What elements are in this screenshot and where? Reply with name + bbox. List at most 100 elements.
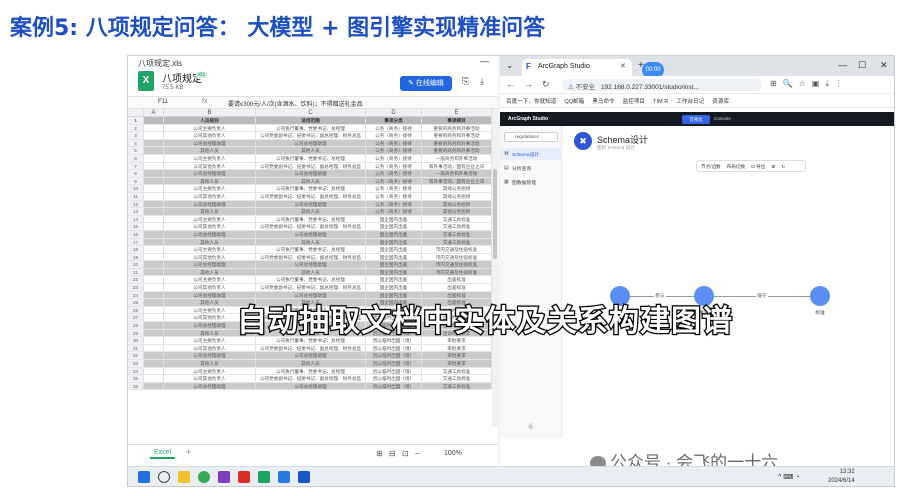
header-cell[interactable]: 事项分类 — [366, 117, 422, 124]
table-cell[interactable] — [144, 268, 164, 276]
table-row[interactable]: 19 公司其他负责人 公司党委副书记、纪委书记、副总经理、财务总监 国企国内出差 市内交… — [128, 253, 492, 262]
table-cell[interactable]: 交通工具标准 — [422, 215, 492, 223]
table-cell[interactable]: 公务（商务）接待 — [366, 139, 422, 147]
table-row[interactable]: 34 公司主要负责人 公司执行董事、党委书记、总经理 因公临时出国（境） 交通工具标准 — [128, 367, 492, 376]
table-cell[interactable]: 公务（商务）接待 — [366, 124, 422, 132]
table-cell[interactable] — [144, 154, 164, 162]
table-cell[interactable]: 其他人员 — [256, 360, 366, 367]
table-cell[interactable]: 国企国内出差 — [366, 268, 422, 276]
header-cell[interactable]: 人员级别 — [164, 117, 256, 124]
table-cell[interactable] — [144, 276, 164, 284]
table-row[interactable]: 12 公司总经理助理 公司总经理助理 公务（商务）接待 其他公务招待 — [128, 200, 492, 209]
table-cell[interactable]: 公司其他负责人 — [164, 344, 256, 352]
table-cell[interactable]: 公司总经理助理 — [164, 382, 256, 390]
table-row[interactable]: 5 其他人员 其他人员 公务（商务）接待 重要的商务和外事活动 — [128, 147, 492, 155]
sidebar-item-schema[interactable]: ⌘ Schema设计 — [500, 148, 562, 160]
table-cell[interactable] — [144, 162, 164, 170]
column-header[interactable]: E — [422, 109, 492, 116]
table-cell[interactable]: 重要的商务和外事活动 — [422, 139, 492, 147]
table-row[interactable]: 22 公司主要负责人 公司执行董事、党委书记、总经理 国企国内出差 出差标准 — [128, 276, 492, 285]
table-cell[interactable]: 其他人员 — [256, 208, 366, 215]
table-cell[interactable]: 公务（商务）接待 — [366, 177, 422, 185]
chrome-icon[interactable] — [198, 471, 210, 483]
table-cell[interactable] — [144, 200, 164, 208]
table-cell[interactable]: 国企国内出差 — [366, 276, 422, 284]
table-row[interactable]: 15 公司其他负责人 公司党委副书记、纪委书记、副总经理、财务总监 国企国内出差 交通工… — [128, 223, 492, 231]
table-cell[interactable]: 公司党委副书记、纪委书记、副总经理、财务总监 — [256, 132, 366, 139]
table-cell[interactable]: 国企国内出差 — [366, 253, 422, 261]
table-cell[interactable]: 公司主要负责人 — [164, 154, 256, 162]
table-cell[interactable]: 出差标准 — [422, 284, 492, 291]
address-bar[interactable]: ⚠ 不安全 192.168.0.227:33001/studio/inst... — [562, 79, 762, 91]
schema-tool-button[interactable]: ⊡ 导出 — [751, 164, 765, 169]
table-cell[interactable]: 公司党委副书记、纪委书记、副总经理、财务总监 — [256, 192, 366, 200]
table-cell[interactable]: 因公临时出国（境） — [366, 360, 422, 367]
search-icon[interactable] — [158, 471, 170, 483]
table-cell[interactable] — [144, 344, 164, 352]
table-cell[interactable]: 国企国内出差 — [366, 284, 422, 291]
table-cell[interactable] — [144, 322, 164, 329]
table-cell[interactable]: 国企国内出差 — [366, 215, 422, 223]
table-cell[interactable]: 公务（商务）接待 — [366, 200, 422, 208]
vertical-scrollbar[interactable] — [492, 109, 498, 427]
table-cell[interactable] — [144, 238, 164, 246]
table-cell[interactable] — [144, 215, 164, 223]
table-cell[interactable] — [144, 147, 164, 154]
table-cell[interactable]: 公司其他负责人 — [164, 253, 256, 261]
table-row[interactable]: 11 公司其他负责人 公司党委副书记、纪委书记、副总经理、财务总监 公务（商务）接待其… — [128, 192, 492, 201]
table-row[interactable]: 20 公司总经理助理 公司总经理助理 国企国内出差 市内交通及住宿标准 — [128, 261, 492, 269]
settings-icon[interactable]: 设 — [528, 423, 533, 430]
table-cell[interactable] — [144, 299, 164, 306]
table-cell[interactable]: 公司总经理助理 — [256, 230, 366, 238]
table-row[interactable]: 17 其他人员 其他人员 国企国内出差 交通工具标准 — [128, 238, 492, 247]
table-row[interactable]: 10 公司主要负责人 公司执行董事、党委书记、总经理 公务（商务）接待 其他公务招待 — [128, 185, 492, 193]
graph-select[interactable]: regulation4 — [504, 132, 558, 142]
table-cell[interactable]: 其他公务招待 — [422, 200, 492, 208]
sheet-tab[interactable]: Excel — [150, 449, 176, 459]
table-cell[interactable]: 其他公务招待 — [422, 192, 492, 200]
table-cell[interactable]: 审批要求 — [422, 352, 492, 359]
formula-input[interactable]: 要请≤300元/人/次(含酒水、饮料)；不得赠送礼金品 — [228, 99, 363, 108]
table-cell[interactable]: 公司总经理助理 — [256, 352, 366, 359]
tab-console[interactable]: Console — [714, 116, 731, 121]
bookmark-item[interactable]: 百度一下，你就知道 — [506, 99, 556, 105]
table-cell[interactable] — [144, 170, 164, 177]
table-cell[interactable]: 其他人员 — [164, 147, 256, 154]
table-cell[interactable]: 国企国内出差 — [366, 230, 422, 238]
bookmark-item[interactable]: TIM R — [653, 99, 668, 105]
table-cell[interactable]: 公司党委副书记、纪委书记、副总经理、财务总监 — [256, 162, 366, 170]
schema-tool-button[interactable]: ⊞ — [771, 164, 775, 169]
share-icon[interactable]: ⎘ — [462, 76, 469, 87]
schema-tool-button[interactable]: ↻ — [781, 164, 785, 169]
back-icon[interactable]: ← — [506, 79, 515, 89]
table-cell[interactable]: 公务（商务）接待 — [366, 147, 422, 154]
table-cell[interactable] — [144, 185, 164, 192]
table-cell[interactable]: 公司其他负责人 — [164, 223, 256, 230]
table-cell[interactable]: 审批要求 — [422, 360, 492, 367]
header-cell[interactable]: 适用范围 — [256, 117, 366, 124]
view-icons[interactable]: ⊞ ⊟ ⊡ − — [376, 449, 421, 458]
table-cell[interactable]: 交通工具标准 — [422, 375, 492, 382]
table-cell[interactable] — [144, 246, 164, 253]
table-cell[interactable]: 公司其他负责人 — [164, 162, 256, 170]
bookmark-item[interactable]: 监控项目 — [623, 99, 645, 105]
table-cell[interactable]: 市内交通及住宿标准 — [422, 268, 492, 276]
table-cell[interactable]: 因公临时出国（境） — [366, 344, 422, 352]
table-cell[interactable]: 公司党委副书记、纪委书记、副总经理、财务总监 — [256, 253, 366, 261]
table-cell[interactable]: 其他人员 — [256, 268, 366, 276]
table-cell[interactable]: 公务（商务）接待 — [366, 132, 422, 139]
table-cell[interactable]: 公司总经理助理 — [164, 200, 256, 208]
table-cell[interactable]: 公务（商务）接待 — [366, 208, 422, 215]
header-cell[interactable]: 事项细目 — [422, 117, 492, 124]
table-row[interactable]: 13 其他人员 其他人员 公务（商务）接待 其他公务招待 — [128, 208, 492, 216]
table-cell[interactable]: 交通工具标准 — [422, 382, 492, 390]
table-cell[interactable]: 因公临时出国（境） — [366, 352, 422, 359]
zoom-level[interactable]: 100% — [444, 450, 462, 457]
sidebar-item-query[interactable]: ▤ 分析查询 — [500, 162, 562, 174]
table-cell[interactable]: 公司总经理助理 — [256, 382, 366, 390]
table-cell[interactable]: 其他人员 — [164, 208, 256, 215]
table-row[interactable]: 2 公司主要负责人 公司执行董事、党委书记、总经理 公务（商务）接待 重要的商务和外事活… — [128, 124, 492, 133]
table-cell[interactable]: 公司执行董事、党委书记、总经理 — [256, 215, 366, 223]
wps-icon[interactable] — [238, 471, 250, 483]
table-cell[interactable]: 公司主要负责人 — [164, 215, 256, 223]
